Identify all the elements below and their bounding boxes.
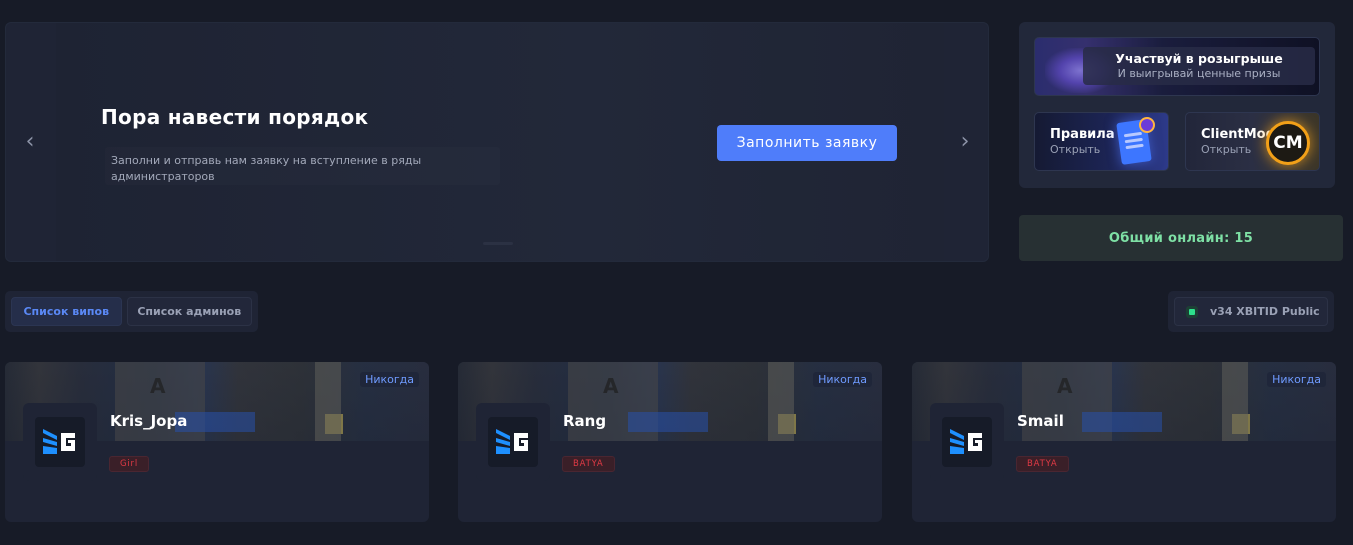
clientmod-title: ClientMod bbox=[1201, 127, 1275, 142]
player-expiry: Никогда bbox=[813, 372, 872, 387]
server-select-button[interactable]: v34 XBITID Public bbox=[1174, 297, 1328, 326]
player-card[interactable]: A Никогда Kris_Jopa Girl bbox=[5, 362, 429, 522]
player-name: Smail bbox=[1017, 412, 1064, 430]
player-card[interactable]: A Никогда Rang BATYA bbox=[458, 362, 882, 522]
apply-button[interactable]: Заполнить заявку bbox=[717, 125, 897, 161]
clientmod-logo-icon: CM bbox=[1266, 121, 1310, 165]
hero-slider: ‹ › Пора навести порядок Заполни и отпра… bbox=[5, 22, 989, 262]
slider-indicator[interactable] bbox=[483, 242, 513, 245]
tab-admin-list[interactable]: Список админов bbox=[126, 297, 252, 326]
avatar bbox=[476, 403, 550, 481]
rules-badge-icon bbox=[1139, 117, 1155, 133]
server-status-icon bbox=[1186, 305, 1198, 318]
clientmod-open-link: Открыть bbox=[1201, 143, 1252, 156]
hero-title: Пора навести порядок bbox=[101, 105, 369, 129]
online-counter: Общий онлайн: 15 bbox=[1019, 215, 1343, 261]
hero-description: Заполни и отправь нам заявку на вступлен… bbox=[111, 154, 422, 183]
clientmod-card[interactable]: ClientMod Открыть CM bbox=[1185, 112, 1320, 171]
avatar bbox=[23, 403, 97, 481]
player-name: Kris_Jopa bbox=[110, 412, 188, 430]
avatar-logo-icon bbox=[488, 417, 538, 467]
giveaway-banner[interactable]: Участвуй в розыгрыше И выигрывай ценные … bbox=[1034, 37, 1320, 96]
list-tabs: Список випов Список админов bbox=[5, 291, 258, 332]
avatar bbox=[930, 403, 1004, 481]
rules-open-link: Открыть bbox=[1050, 143, 1101, 156]
player-name: Rang bbox=[563, 412, 607, 430]
slider-next-arrow-icon[interactable]: › bbox=[950, 127, 980, 157]
banner-decoration: A bbox=[1057, 374, 1073, 398]
avatar-logo-icon bbox=[942, 417, 992, 467]
rules-card[interactable]: Правила Открыть bbox=[1034, 112, 1169, 171]
banner-decoration: A bbox=[150, 374, 166, 398]
banner-decoration bbox=[628, 412, 708, 432]
avatar-logo-icon bbox=[35, 417, 85, 467]
giveaway-title: Участвуй в розыгрыше bbox=[1115, 51, 1283, 66]
tab-vip-list[interactable]: Список випов bbox=[11, 297, 122, 326]
player-group-badge: BATYA bbox=[1016, 456, 1069, 472]
banner-decoration bbox=[1232, 414, 1250, 434]
player-group-badge: Girl bbox=[109, 456, 150, 472]
player-expiry: Никогда bbox=[360, 372, 419, 387]
slider-prev-arrow-icon[interactable]: ‹ bbox=[15, 127, 45, 157]
giveaway-text: Участвуй в розыгрыше И выигрывай ценные … bbox=[1083, 47, 1315, 85]
player-card[interactable]: A Никогда Smail BATYA bbox=[912, 362, 1336, 522]
giveaway-subtitle: И выигрывай ценные призы bbox=[1117, 67, 1281, 80]
rules-title: Правила bbox=[1050, 127, 1115, 142]
server-selector: v34 XBITID Public bbox=[1168, 291, 1334, 332]
player-group-badge: BATYA bbox=[562, 456, 615, 472]
banner-decoration bbox=[778, 414, 796, 434]
promo-panel: Участвуй в розыгрыше И выигрывай ценные … bbox=[1019, 22, 1335, 188]
banner-decoration: A bbox=[603, 374, 619, 398]
player-expiry: Никогда bbox=[1267, 372, 1326, 387]
banner-decoration bbox=[1082, 412, 1162, 432]
banner-decoration bbox=[325, 414, 343, 434]
server-label: v34 XBITID Public bbox=[1210, 305, 1320, 318]
